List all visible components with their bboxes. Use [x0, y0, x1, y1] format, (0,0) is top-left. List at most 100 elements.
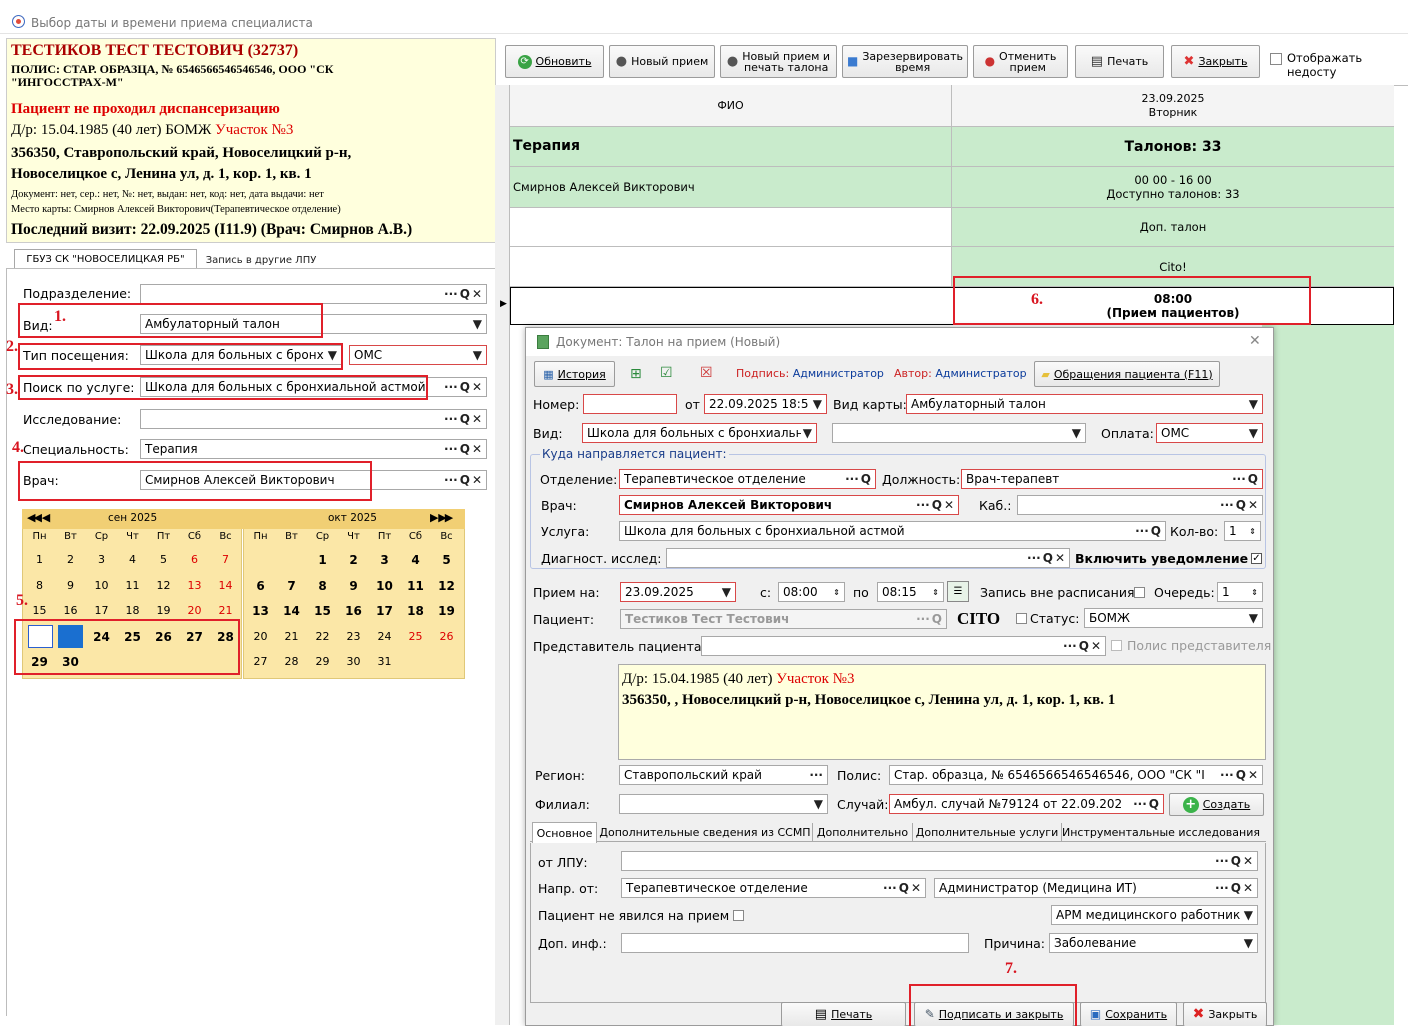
clear-icon[interactable]: ✕	[472, 412, 482, 426]
clear-icon[interactable]: ✕	[1248, 768, 1258, 782]
calendar-day[interactable]: 13	[249, 604, 272, 618]
tab-ssmp[interactable]: Дополнительные сведения из ССМП	[598, 823, 813, 842]
clear-icon[interactable]: ✕	[1243, 881, 1253, 895]
qty-stepper[interactable]: 1 ⇕	[1224, 521, 1261, 541]
new-and-print-button[interactable]: ● Новый прием и печать талона	[720, 45, 837, 78]
time-pick-icon[interactable]: ☰	[947, 581, 969, 602]
no-show-checkbox[interactable]	[733, 910, 744, 921]
calendar-day[interactable]: 12	[435, 579, 458, 593]
ellipsis-icon[interactable]: ···	[1133, 797, 1147, 811]
clear-icon[interactable]: ✕	[1243, 854, 1253, 868]
clear-icon[interactable]: ✕	[472, 287, 482, 301]
delete-doc-icon[interactable]: ☒	[700, 365, 713, 381]
calendar-day[interactable]: 23	[342, 630, 365, 643]
calendar-day[interactable]: 16	[342, 604, 365, 618]
tab-novoselitskaya[interactable]: ГБУЗ СК "НОВОСЕЛИЦКАЯ РБ"	[14, 249, 197, 269]
research-field[interactable]: ··· Q ✕	[140, 409, 487, 429]
dropdown-arrow-icon[interactable]: ▼	[473, 317, 482, 331]
calendar-next-icon[interactable]: ▶ ▶▶	[430, 511, 453, 524]
ellipsis-icon[interactable]: ···	[1232, 472, 1246, 486]
dialog-close-icon[interactable]: ✕	[1249, 333, 1261, 349]
search-icon[interactable]: Q	[460, 380, 470, 394]
ellipsis-icon[interactable]: ···	[1215, 854, 1229, 868]
notify-checkbox[interactable]: ✓	[1251, 553, 1262, 564]
history-button[interactable]: ▦ История	[534, 361, 615, 387]
calendar-day[interactable]: 10	[90, 579, 113, 592]
extra-info-field[interactable]	[621, 933, 969, 953]
search-icon[interactable]: Q	[1236, 768, 1246, 782]
search-icon[interactable]: Q	[1149, 797, 1159, 811]
appointment-date-field[interactable]: 23.09.2025 ▼	[620, 582, 736, 602]
clear-icon[interactable]: ✕	[944, 498, 954, 512]
queue-stepper[interactable]: 1 ⇕	[1217, 582, 1263, 602]
referral-dept-field[interactable]: Терапевтическое отделение ··· Q ✕	[621, 878, 926, 898]
time-to-field[interactable]: 08:15 ⇕	[877, 582, 944, 602]
payment-select[interactable]: ОМС ▼	[1156, 423, 1263, 443]
search-icon[interactable]: Q	[932, 498, 942, 512]
calendar-day[interactable]: 15	[28, 604, 51, 617]
card-type-select[interactable]: Амбулаторный талон ▼	[906, 394, 1263, 414]
search-icon[interactable]: Q	[1248, 472, 1258, 486]
grid-header-date[interactable]: 23.09.2025 Вторник	[952, 85, 1394, 127]
patient-appeals-button[interactable]: ▰ Обращения пациента (F11)	[1034, 361, 1220, 387]
number-field[interactable]	[583, 394, 677, 414]
calendar-day[interactable]: 14	[214, 579, 237, 592]
calendar-day[interactable]: 26	[435, 630, 458, 643]
save-button[interactable]: ▣ Сохранить	[1080, 1002, 1177, 1026]
ellipsis-icon[interactable]: ···	[1215, 881, 1229, 895]
calendar-day[interactable]: 7	[280, 579, 303, 593]
dropdown-arrow-icon[interactable]: ▼	[1249, 397, 1258, 411]
calendar-day[interactable]: 6	[183, 553, 206, 566]
time-from-field[interactable]: 08:00 ⇕	[778, 582, 845, 602]
search-icon[interactable]: Q	[460, 473, 470, 487]
calendar-day[interactable]: 29	[311, 655, 334, 668]
calendar-day[interactable]: 11	[404, 579, 427, 593]
search-icon[interactable]: Q	[1043, 551, 1053, 565]
ellipsis-icon[interactable]: ···	[916, 612, 930, 626]
dialog-patient-field[interactable]: Тестиков Тест Тестович ··· Q	[620, 609, 947, 629]
calendar-day[interactable]: 10	[373, 579, 396, 593]
ellipsis-icon[interactable]: ···	[809, 768, 823, 782]
calendar-day[interactable]: 8	[28, 579, 51, 592]
table-icon[interactable]: ⊞	[630, 366, 642, 382]
dropdown-arrow-icon[interactable]: ▼	[814, 797, 823, 811]
stepper-icon[interactable]: ⇕	[1251, 588, 1258, 597]
clear-icon[interactable]: ✕	[1091, 639, 1101, 653]
stepper-icon[interactable]: ⇕	[833, 588, 840, 597]
search-icon[interactable]: Q	[899, 881, 909, 895]
tab-other-lpu[interactable]: Запись в другие ЛПУ	[198, 251, 324, 269]
calendar-day[interactable]: 9	[59, 579, 82, 592]
tab-extra-services[interactable]: Дополнительные услуги	[913, 823, 1062, 842]
extra-ticket-cell[interactable]: Доп. талон	[952, 208, 1394, 247]
calendar-day[interactable]: 21	[214, 604, 237, 617]
search-icon[interactable]: Q	[1231, 881, 1241, 895]
position-field[interactable]: Врач-терапевт ··· Q	[961, 469, 1263, 489]
print-button[interactable]: ▤ Печать	[1075, 45, 1164, 78]
dropdown-arrow-icon[interactable]: ▼	[1249, 426, 1258, 440]
ellipsis-icon[interactable]: ···	[845, 472, 859, 486]
calendar-day[interactable]: 19	[152, 604, 175, 617]
calendar-day[interactable]: 20	[249, 630, 272, 643]
clear-icon[interactable]: ✕	[1055, 551, 1065, 565]
clear-icon[interactable]: ✕	[1248, 498, 1258, 512]
close-button[interactable]: ✖ Закрыть	[1171, 45, 1260, 78]
dialog-doctor-field[interactable]: Смирнов Алексей Викторович ··· Q ✕	[619, 495, 959, 515]
kind2-select[interactable]: ▼	[832, 423, 1086, 443]
status-select[interactable]: БОМЖ ▼	[1084, 608, 1263, 628]
new-appointment-button[interactable]: ● Новый прием	[609, 45, 715, 78]
dropdown-arrow-icon[interactable]: ▼	[803, 426, 812, 440]
arm-select[interactable]: АРМ медицинского работник ▼	[1051, 905, 1258, 925]
search-icon[interactable]: Q	[460, 442, 470, 456]
visit-payment-select[interactable]: ОМС ▼	[349, 345, 487, 365]
division-field[interactable]: ··· Q ✕	[140, 284, 487, 304]
off-schedule-checkbox[interactable]	[1134, 587, 1145, 598]
calendar-day[interactable]: 3	[90, 553, 113, 566]
clear-icon[interactable]: ✕	[472, 473, 482, 487]
calendar-day[interactable]: 4	[404, 553, 427, 567]
search-icon[interactable]: Q	[932, 612, 942, 626]
calendar-day[interactable]: 1	[311, 553, 334, 567]
search-icon[interactable]: Q	[861, 472, 871, 486]
tab-main[interactable]: Основное	[532, 822, 597, 843]
tab-instrumental[interactable]: Инструментальные исследования	[1062, 823, 1260, 842]
calendar-day[interactable]: 18	[121, 604, 144, 617]
